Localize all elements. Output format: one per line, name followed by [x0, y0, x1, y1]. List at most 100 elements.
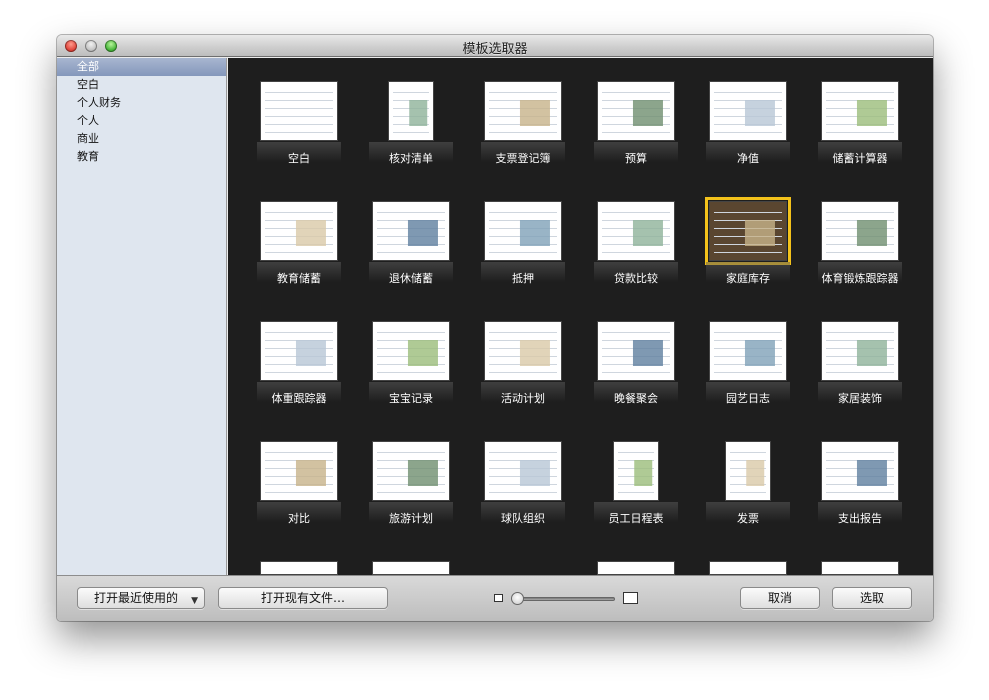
- template-tile[interactable]: 家居装饰: [804, 321, 916, 441]
- thumbnail-line: [489, 92, 557, 93]
- template-thumbnail[interactable]: [260, 81, 338, 141]
- thumbnail-graphic: [295, 460, 327, 486]
- template-thumbnail[interactable]: [372, 441, 450, 501]
- template-tile[interactable]: 储蓄计算器: [804, 81, 916, 201]
- thumbnail-size-slider[interactable]: [517, 597, 615, 601]
- thumbnail-line: [265, 116, 333, 117]
- cancel-button[interactable]: 取消: [740, 587, 820, 609]
- thumbnail-graphic: [634, 460, 652, 486]
- template-thumbnail[interactable]: [260, 201, 338, 261]
- thumbnail-graphic: [632, 100, 664, 126]
- thumbnail-line: [730, 452, 766, 453]
- template-thumbnail[interactable]: [705, 197, 791, 265]
- thumbnail-graphic: [744, 100, 776, 126]
- template-label: 晚餐聚会: [614, 392, 658, 405]
- template-thumbnail-partial[interactable]: [709, 561, 787, 575]
- sidebar-category-item[interactable]: 个人: [57, 112, 226, 130]
- choose-button[interactable]: 选取: [832, 587, 912, 609]
- template-thumbnail-partial[interactable]: [597, 561, 675, 575]
- thumbnail-line: [714, 372, 782, 373]
- template-tile[interactable]: 对比: [243, 441, 355, 561]
- thumbnail-line: [730, 492, 766, 493]
- template-tile[interactable]: 晚餐聚会: [580, 321, 692, 441]
- thumbnail-line: [826, 132, 894, 133]
- title-bar[interactable]: 模板选取器: [57, 35, 933, 57]
- template-tile[interactable]: 员工日程表: [580, 441, 692, 561]
- template-tile[interactable]: 抵押: [467, 201, 579, 321]
- template-thumbnail[interactable]: [821, 321, 899, 381]
- slider-knob[interactable]: [511, 592, 524, 605]
- sidebar-category-item[interactable]: 全部: [57, 58, 226, 76]
- template-tile[interactable]: 宝宝记录: [355, 321, 467, 441]
- template-label: 旅游计划: [389, 512, 433, 525]
- template-thumbnail[interactable]: [260, 321, 338, 381]
- template-tile[interactable]: 支出报告: [804, 441, 916, 561]
- template-tile[interactable]: 贷款比较: [580, 201, 692, 321]
- template-thumbnail[interactable]: [597, 81, 675, 141]
- template-tile[interactable]: 球队组织: [467, 441, 579, 561]
- thumbnail-graphic: [407, 340, 439, 366]
- sidebar-category-item[interactable]: 商业: [57, 130, 226, 148]
- template-tile[interactable]: 预算: [580, 81, 692, 201]
- template-tile[interactable]: 体重跟踪器: [243, 321, 355, 441]
- template-thumbnail[interactable]: [613, 441, 659, 501]
- template-tile[interactable]: 家庭库存: [692, 197, 804, 321]
- thumbnail-line: [714, 92, 782, 93]
- template-thumbnail[interactable]: [821, 441, 899, 501]
- open-existing-file-button[interactable]: 打开现有文件…: [218, 587, 388, 609]
- template-gallery[interactable]: 空白 核对清单 支票登记簿 预算 净值 储蓄计算器教育储蓄 退休储蓄 抵押 贷款比较 家庭库存 体育…: [228, 58, 933, 575]
- thumbnail-line: [265, 452, 333, 453]
- thumbnail-graphic: [744, 220, 776, 246]
- category-sidebar: 全部 空白 个人财务 个人 商业 教育: [57, 58, 227, 575]
- popup-arrow-icon: ▼: [191, 596, 198, 606]
- thumbnail-line: [377, 492, 445, 493]
- template-tile[interactable]: 空白: [243, 81, 355, 201]
- template-thumbnail[interactable]: [709, 81, 787, 141]
- thumbnail-line: [489, 492, 557, 493]
- template-tile[interactable]: 净值: [692, 81, 804, 201]
- template-thumbnail[interactable]: [821, 81, 899, 141]
- template-thumbnail-partial[interactable]: [372, 561, 450, 575]
- thumbnail-graphic: [632, 220, 664, 246]
- template-tile[interactable]: 活动计划: [467, 321, 579, 441]
- template-tile[interactable]: 园艺日志: [692, 321, 804, 441]
- template-thumbnail[interactable]: [484, 441, 562, 501]
- thumbnail-line: [265, 212, 333, 213]
- template-thumbnail[interactable]: [821, 201, 899, 261]
- thumbnail-line: [265, 492, 333, 493]
- template-tile[interactable]: 支票登记簿: [467, 81, 579, 201]
- open-recent-popup-button[interactable]: 打开最近使用的 ▼: [77, 587, 205, 609]
- template-thumbnail-partial[interactable]: [821, 561, 899, 575]
- template-thumbnail[interactable]: [260, 441, 338, 501]
- thumbnail-graphic: [856, 220, 888, 246]
- sidebar-category-item[interactable]: 教育: [57, 148, 226, 166]
- template-thumbnail-partial[interactable]: [260, 561, 338, 575]
- template-tile[interactable]: 退休储蓄: [355, 201, 467, 321]
- template-thumbnail[interactable]: [388, 81, 434, 141]
- template-tile[interactable]: 核对清单: [355, 81, 467, 201]
- template-tile[interactable]: 发票: [692, 441, 804, 561]
- template-tile[interactable]: 体育锻炼跟踪器: [804, 201, 916, 321]
- thumbnail-graphic: [519, 340, 551, 366]
- template-thumbnail[interactable]: [709, 321, 787, 381]
- template-thumbnail[interactable]: [372, 201, 450, 261]
- thumbnail-line: [826, 252, 894, 253]
- thumbnail-line: [714, 252, 782, 253]
- sidebar-category-item[interactable]: 个人财务: [57, 94, 226, 112]
- template-thumbnail[interactable]: [484, 81, 562, 141]
- template-thumbnail[interactable]: [725, 441, 771, 501]
- template-label: 支出报告: [838, 512, 882, 525]
- template-thumbnail[interactable]: [372, 321, 450, 381]
- thumbnail-line: [602, 212, 670, 213]
- template-tile[interactable]: 教育储蓄: [243, 201, 355, 321]
- thumbnail-graphic: [856, 100, 888, 126]
- sidebar-category-item[interactable]: 空白: [57, 76, 226, 94]
- thumbnail-graphic: [519, 460, 551, 486]
- template-thumbnail[interactable]: [597, 201, 675, 261]
- thumbnail-line: [826, 492, 894, 493]
- template-thumbnail[interactable]: [484, 321, 562, 381]
- template-thumbnail[interactable]: [597, 321, 675, 381]
- template-thumbnail[interactable]: [484, 201, 562, 261]
- template-label: 退休储蓄: [389, 272, 433, 285]
- template-tile[interactable]: 旅游计划: [355, 441, 467, 561]
